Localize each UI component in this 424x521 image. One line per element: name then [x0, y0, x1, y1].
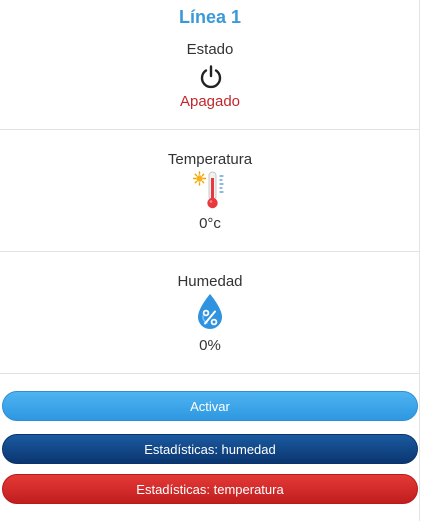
- thermometer-sun-icon: [193, 171, 224, 209]
- divider: [0, 373, 420, 374]
- temperature-value: 0°c: [199, 215, 221, 232]
- status-value: Apagado: [179, 93, 241, 110]
- divider: [0, 129, 420, 130]
- humidity-value: 0%: [199, 337, 221, 354]
- temperature-stats-button[interactable]: Estadísticas: temperatura: [2, 474, 418, 504]
- activate-button[interactable]: Activar: [2, 391, 418, 421]
- power-icon: [200, 65, 222, 89]
- temperature-label: Temperatura: [167, 151, 253, 168]
- divider: [0, 251, 420, 252]
- humidity-stats-button[interactable]: Estadísticas: humedad: [2, 434, 418, 464]
- line-card: Línea 1 Estado Apagado Temperatura 0°c H…: [0, 0, 420, 521]
- card-title: Línea 1: [178, 7, 242, 27]
- status-label: Estado: [186, 41, 234, 58]
- humidity-drop-icon: [198, 294, 222, 329]
- humidity-label: Humedad: [177, 273, 243, 290]
